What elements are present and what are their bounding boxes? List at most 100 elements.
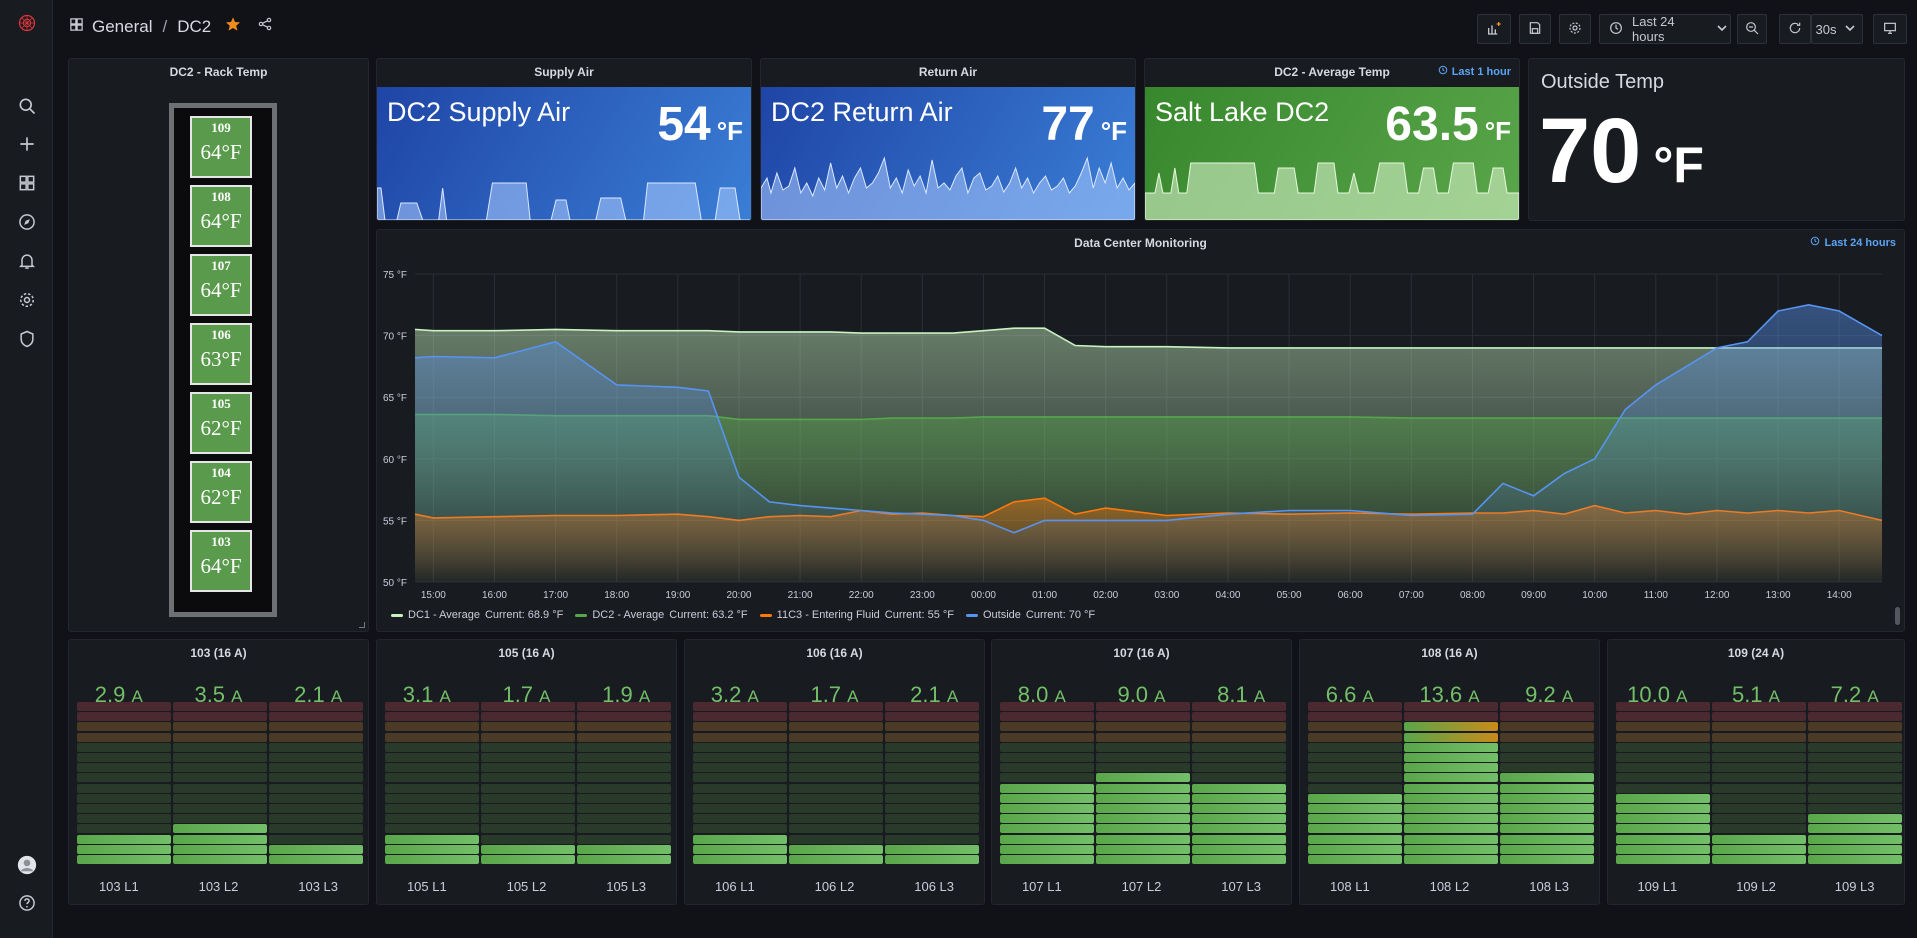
bar-gauge-number: 7.2 bbox=[1830, 682, 1868, 707]
bar-gauge-cell bbox=[1192, 844, 1286, 854]
panel-title[interactable]: 107 (16 A) bbox=[992, 646, 1291, 660]
bar-gauge-cell bbox=[693, 793, 787, 803]
search-icon[interactable] bbox=[14, 93, 39, 118]
server-admin-shield-icon[interactable] bbox=[14, 326, 39, 351]
bar-gauge-cell bbox=[481, 824, 575, 834]
refresh-button[interactable] bbox=[1779, 14, 1811, 44]
zoom-out-button[interactable] bbox=[1737, 14, 1767, 44]
add-panel-button[interactable] bbox=[1477, 14, 1511, 44]
bar-gauge-cell bbox=[385, 824, 479, 834]
bar-gauge-cell bbox=[1000, 742, 1094, 752]
bar-gauge-cell bbox=[173, 763, 267, 773]
panel-title[interactable]: Supply Air bbox=[377, 65, 751, 79]
stat-number: 77 bbox=[1041, 98, 1095, 151]
bar-gauge-cell bbox=[1404, 773, 1498, 783]
legend-item[interactable]: Outside Current: 70 °F bbox=[965, 609, 1095, 621]
bar-gauge-unit: A bbox=[1468, 687, 1480, 706]
bar-gauge-cell bbox=[1404, 712, 1498, 722]
bar-gauge-cell bbox=[1308, 804, 1402, 813]
bar-gauge-cell bbox=[385, 742, 479, 752]
save-dashboard-button[interactable] bbox=[1519, 14, 1551, 44]
panel-title[interactable]: DC2 - Rack Temp bbox=[69, 65, 368, 79]
bar-gauge-cell bbox=[789, 732, 883, 742]
stat-name: Outside Temp bbox=[1541, 71, 1665, 93]
legend-item[interactable]: DC1 - Average Current: 68.9 °F bbox=[391, 609, 563, 621]
legend-series-name: Outside bbox=[982, 609, 1021, 621]
time-series-graph[interactable]: 50 °F 55 °F 60 °F 65 °F 70 °F 75 °F 15:00 16:00… bbox=[377, 230, 1905, 605]
panel-title[interactable]: Return Air bbox=[761, 65, 1135, 79]
panel-title[interactable]: 106 (16 A) bbox=[685, 646, 984, 660]
bar-gauge-cell bbox=[789, 773, 883, 783]
stat-unit: °F bbox=[1653, 137, 1704, 193]
grafana-logo-icon[interactable] bbox=[14, 10, 39, 35]
help-icon[interactable] bbox=[14, 890, 39, 915]
legend-scrollbar[interactable] bbox=[1895, 607, 1900, 625]
bar-gauge-cell bbox=[885, 804, 979, 813]
legend-series-name: DC2 - Average bbox=[592, 609, 665, 621]
bar-gauge-label: 103 L3 bbox=[298, 879, 339, 894]
create-plus-icon[interactable] bbox=[14, 131, 39, 156]
bar-gauge-cell bbox=[577, 742, 671, 752]
resize-handle-icon[interactable] bbox=[359, 622, 365, 628]
breadcrumb-dashboard[interactable]: DC2 bbox=[177, 17, 211, 37]
bar-gauge-cell bbox=[1308, 834, 1402, 844]
panel-title[interactable]: 108 (16 A) bbox=[1300, 646, 1599, 660]
bar-gauge-cell bbox=[1000, 804, 1094, 813]
add-panel-icon bbox=[1486, 20, 1502, 39]
bar-gauge-cell bbox=[173, 855, 267, 864]
bar-gauge-cell bbox=[1096, 824, 1190, 834]
y-tick-label: 55 °F bbox=[383, 516, 407, 527]
bar-gauge-cell bbox=[1712, 732, 1806, 742]
rack-unit-temp: 64°F bbox=[200, 140, 242, 164]
share-icon[interactable] bbox=[257, 16, 273, 37]
legend-item[interactable]: 11C3 - Entering Fluid Current: 55 °F bbox=[759, 609, 954, 621]
legend-swatch bbox=[759, 613, 772, 617]
bar-gauge-cell bbox=[789, 722, 883, 732]
bar-gauge-unit: A bbox=[946, 687, 959, 706]
bar-gauge-labels: 105 L1 105 L2 105 L3 bbox=[377, 879, 676, 894]
refresh-interval-picker[interactable]: 30s bbox=[1811, 14, 1863, 44]
bar-gauge-cell bbox=[1404, 804, 1498, 813]
stat-number: 54 bbox=[657, 98, 711, 151]
breadcrumb-folder[interactable]: General bbox=[92, 17, 152, 37]
bar-gauge-cell bbox=[1808, 763, 1902, 773]
x-tick-label: 04:00 bbox=[1215, 590, 1240, 601]
configuration-gear-icon[interactable] bbox=[14, 287, 39, 312]
user-avatar-icon[interactable] bbox=[14, 852, 39, 877]
bar-gauge-cell bbox=[1096, 722, 1190, 732]
bar-gauge-value: 1.7 A bbox=[477, 682, 576, 708]
bar-gauge-column bbox=[885, 702, 979, 864]
bar-gauge-cell bbox=[269, 722, 363, 732]
bar-gauge-cell bbox=[1404, 763, 1498, 773]
bar-gauge-cell bbox=[1712, 834, 1806, 844]
bar-gauge-cell bbox=[1500, 763, 1594, 773]
grafana-app: General / DC2 Last 24 hours 30s DC2 - Ra… bbox=[0, 0, 1917, 938]
time-picker-button[interactable]: Last 24 hours bbox=[1599, 14, 1731, 44]
topbar: General / DC2 Last 24 hours 30s bbox=[53, 0, 1917, 56]
rack-unit-number: 105 bbox=[211, 396, 231, 411]
bar-gauge-unit: A bbox=[231, 687, 243, 706]
rack-unit-temp: 64°F bbox=[200, 278, 242, 302]
bar-gauge-cell bbox=[1000, 855, 1094, 864]
bar-gauge-cell bbox=[1500, 773, 1594, 783]
bar-gauge-cell bbox=[1712, 783, 1806, 793]
dashboards-icon[interactable] bbox=[14, 170, 39, 195]
bar-gauge-cell bbox=[385, 773, 479, 783]
tv-mode-button[interactable] bbox=[1873, 14, 1907, 44]
panel-title[interactable]: 109 (24 A) bbox=[1608, 646, 1904, 660]
bar-gauge-number: 8.1 bbox=[1217, 682, 1254, 707]
panel-title[interactable]: 103 (16 A) bbox=[69, 646, 368, 660]
explore-compass-icon[interactable] bbox=[14, 209, 39, 234]
dashboard-settings-button[interactable] bbox=[1559, 14, 1591, 44]
bar-gauge-cell bbox=[173, 732, 267, 742]
bar-gauge-cell bbox=[1808, 783, 1902, 793]
bar-gauge-unit: A bbox=[439, 687, 451, 706]
bar-gauge-cell bbox=[1096, 834, 1190, 844]
alerting-bell-icon[interactable] bbox=[14, 248, 39, 273]
legend-item[interactable]: DC2 - Average Current: 63.2 °F bbox=[575, 609, 748, 621]
star-icon[interactable] bbox=[225, 16, 241, 37]
chevron-down-icon bbox=[1842, 20, 1858, 39]
bar-gauge-cell bbox=[1712, 773, 1806, 783]
panel-title[interactable]: 105 (16 A) bbox=[377, 646, 676, 660]
stat-value: 63.5 °F bbox=[1385, 97, 1511, 152]
